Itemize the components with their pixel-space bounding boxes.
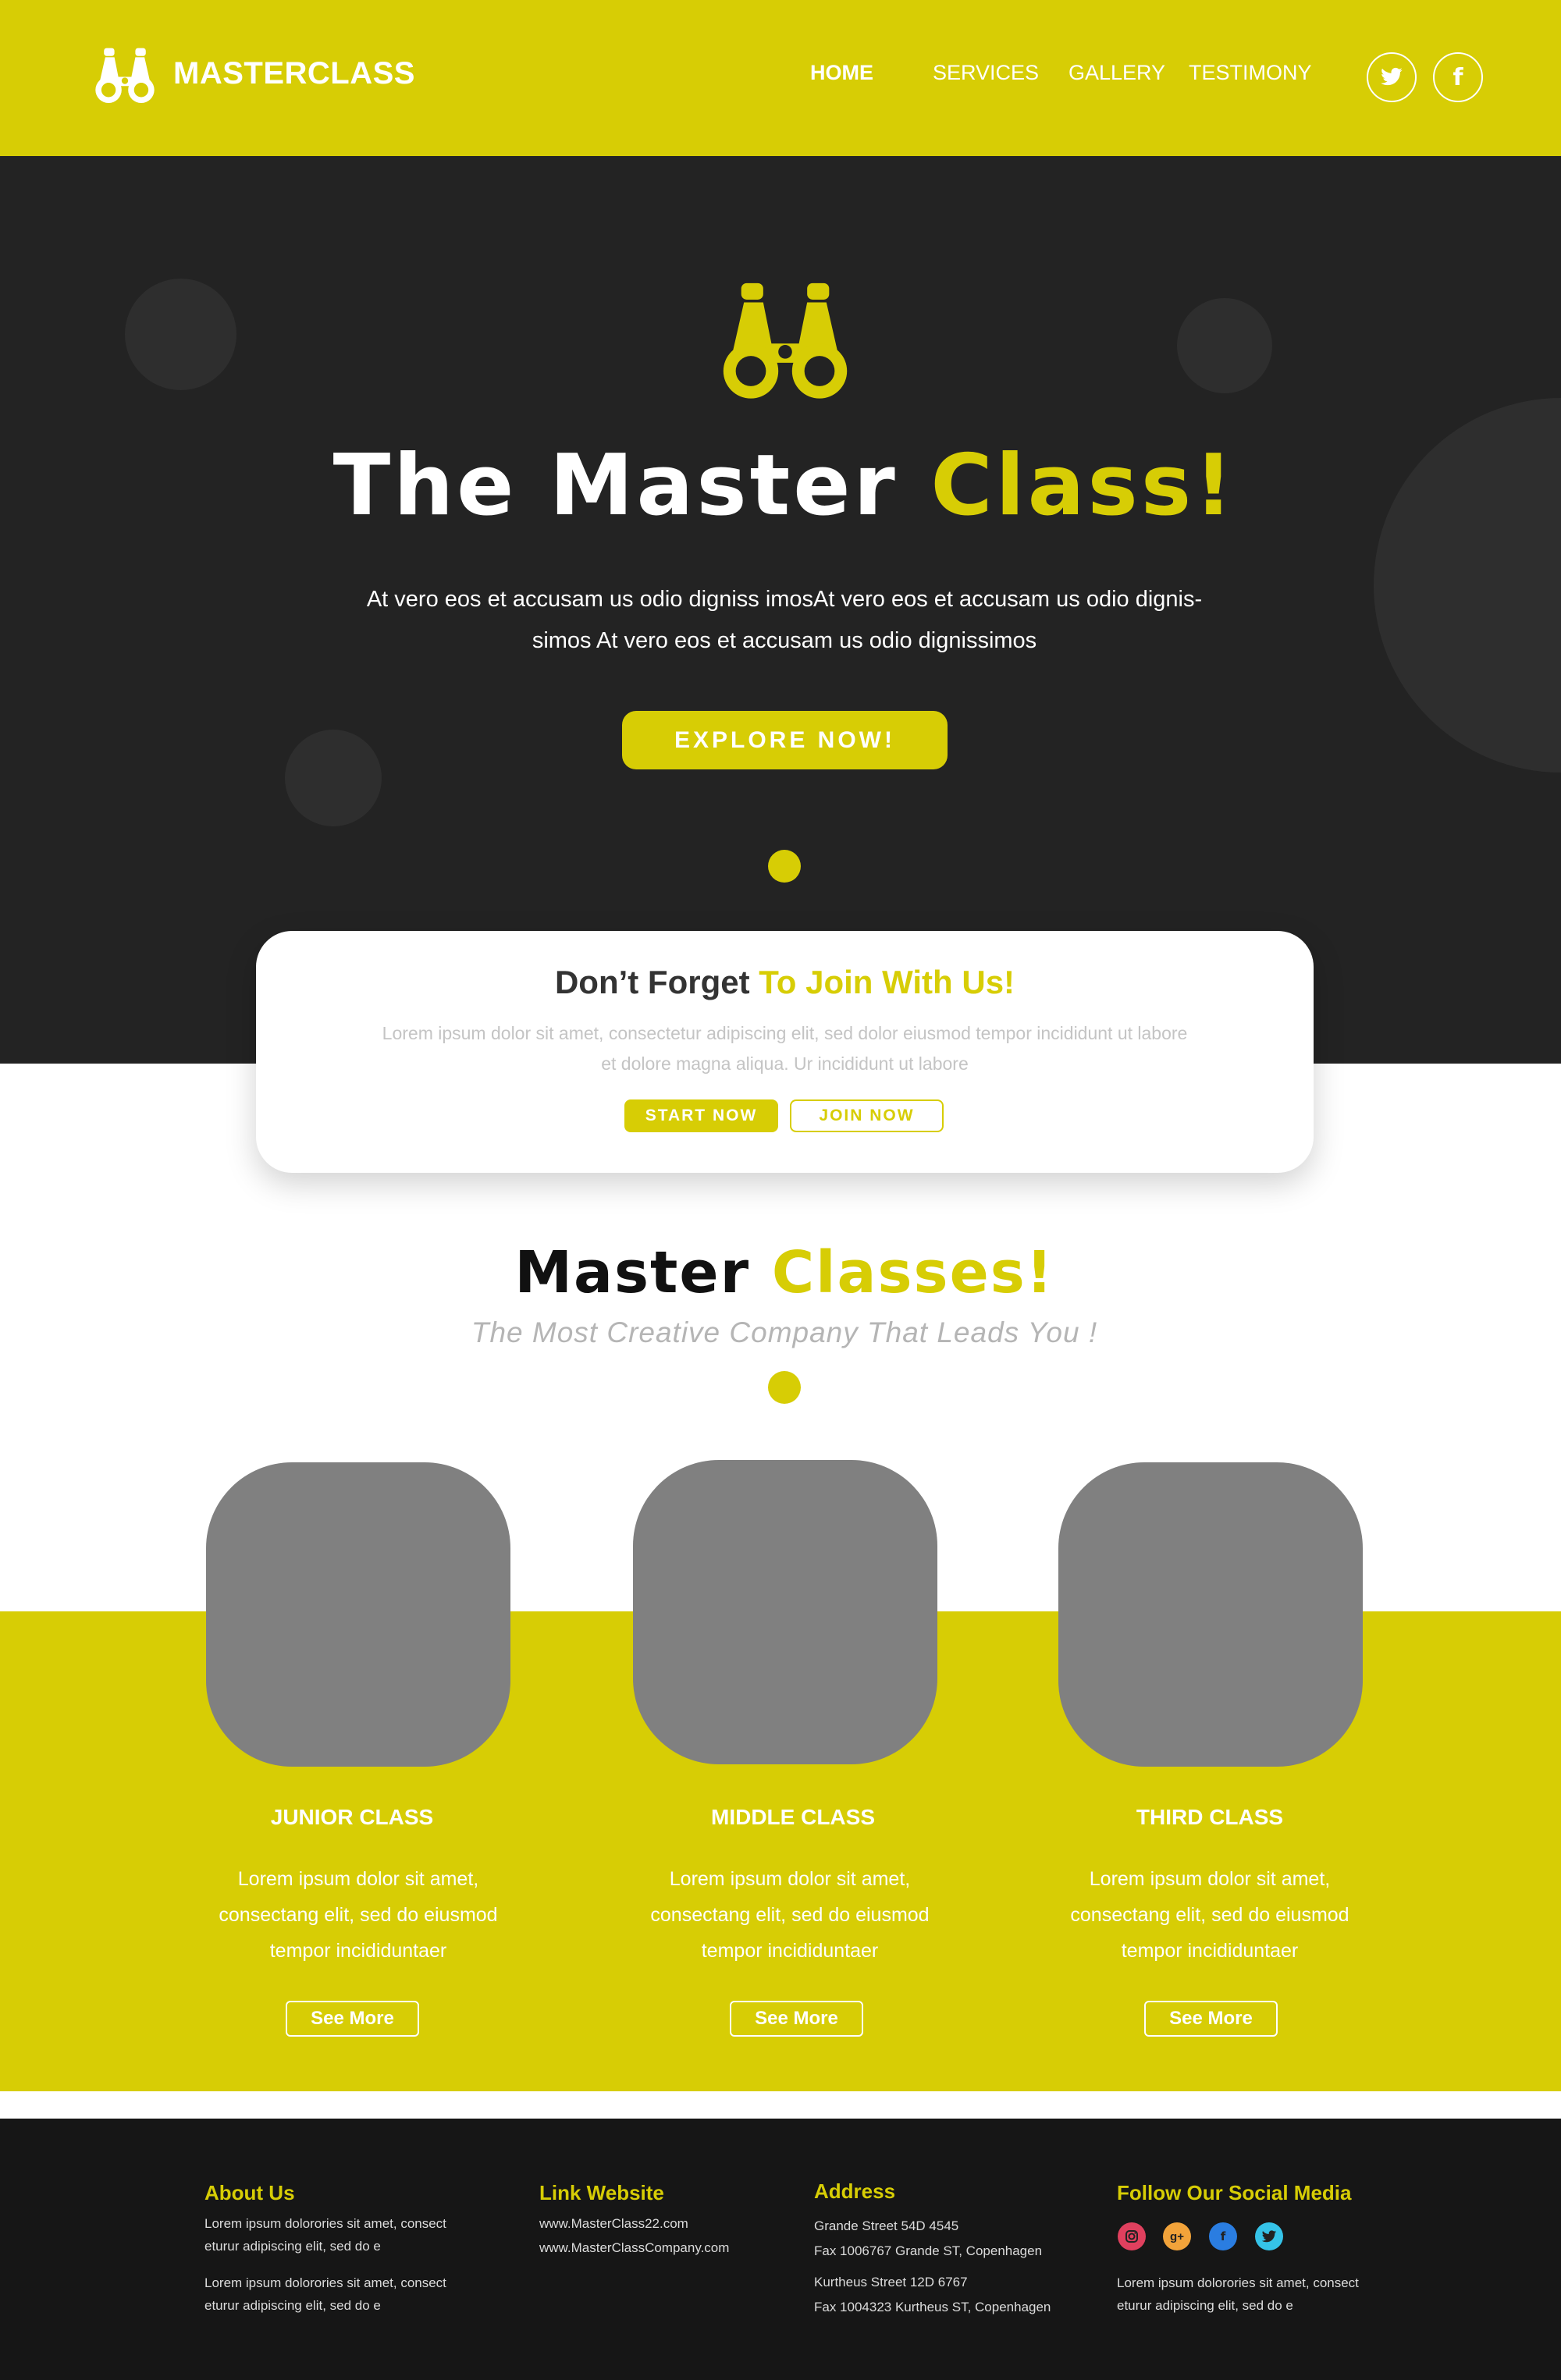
- footer-about-line: eturur adipiscing elit, sed do e: [204, 2239, 381, 2254]
- class-description-line: consectang elit, sed do eiusmod: [650, 1904, 930, 1926]
- class-description-line: tempor incididuntaer: [1121, 1940, 1299, 1962]
- binoculars-logo-icon[interactable]: [92, 47, 158, 103]
- footer-address-text: Grande Street 54D 4545 Fax 1006767 Grand…: [814, 2214, 1042, 2264]
- footer-about-line: eturur adipiscing elit, sed do e: [204, 2298, 381, 2313]
- hero-description-line: simos At vero eos et accusam us odio dig…: [532, 628, 1037, 653]
- join-description: Lorem ipsum dolor sit amet, consectetur …: [350, 1018, 1220, 1079]
- nav-gallery[interactable]: GALLERY: [1069, 61, 1165, 85]
- nav-services[interactable]: SERVICES: [933, 61, 1039, 85]
- join-title-main: Don’t Forget: [554, 964, 759, 1000]
- footer-about-text: Lorem ipsum dolorories sit amet, consect…: [204, 2212, 446, 2257]
- footer-address-text: Kurtheus Street 12D 6767 Fax 1004323 Kur…: [814, 2270, 1051, 2320]
- nav-testimony[interactable]: TESTIMONY: [1189, 61, 1312, 85]
- footer-links-heading: Link Website: [539, 2181, 664, 2204]
- class-description: Lorem ipsum dolor sit amet, consectang e…: [163, 1861, 553, 1969]
- google-plus-icon[interactable]: g+: [1163, 2222, 1191, 2250]
- footer-about-line: Lorem ipsum dolorories sit amet, consect: [204, 2275, 446, 2290]
- join-description-line: Lorem ipsum dolor sit amet, consectetur …: [382, 1023, 1188, 1043]
- facebook-icon[interactable]: f: [1209, 2222, 1237, 2250]
- footer-social-text: Lorem ipsum dolorories sit amet, consect…: [1117, 2272, 1359, 2317]
- twitter-icon: [1381, 67, 1403, 86]
- twitter-button[interactable]: [1367, 52, 1417, 102]
- footer-social-heading: Follow Our Social Media: [1117, 2181, 1352, 2204]
- join-title: Don’t Forget To Join With Us!: [256, 964, 1314, 1001]
- twitter-icon[interactable]: [1255, 2222, 1283, 2250]
- join-now-button[interactable]: JOIN NOW: [790, 1099, 944, 1132]
- classes-title-main: Master: [514, 1239, 772, 1306]
- class-title: MIDDLE CLASS: [711, 1805, 875, 1829]
- join-card: Don’t Forget To Join With Us! Lorem ipsu…: [256, 931, 1314, 1173]
- join-title-highlight: To Join With Us!: [759, 964, 1015, 1000]
- facebook-icon: f: [1453, 63, 1463, 91]
- footer-link[interactable]: www.MasterClass22.com: [539, 2212, 688, 2235]
- class-description-line: consectang elit, sed do eiusmod: [219, 1904, 498, 1926]
- footer-link[interactable]: www.MasterClassCompany.com: [539, 2236, 729, 2259]
- class-title: THIRD CLASS: [1136, 1805, 1284, 1829]
- footer-address-line: Kurtheus Street 12D 6767: [814, 2275, 968, 2289]
- hero-description-line: At vero eos et accusam us odio digniss i…: [366, 587, 1203, 612]
- class-title: JUNIOR CLASS: [270, 1805, 434, 1829]
- footer-address-line: Grande Street 54D 4545: [814, 2218, 959, 2233]
- hero-title-main: The Master: [332, 437, 931, 535]
- classes-title-highlight: Classes!: [771, 1239, 1054, 1306]
- class-description-line: tempor incididuntaer: [701, 1940, 879, 1962]
- footer-social-line: eturur adipiscing elit, sed do e: [1117, 2298, 1293, 2313]
- hero-dot-indicator: [768, 850, 801, 883]
- site-header: MASTERCLASS HOME SERVICES GALLERY TESTIM…: [0, 0, 1561, 156]
- classes-dot-indicator: [768, 1371, 801, 1404]
- join-description-line: et dolore magna aliqua. Ur incididunt ut…: [601, 1053, 969, 1074]
- hero-title-highlight: Class!: [930, 437, 1236, 535]
- decorative-circle: [1177, 298, 1272, 393]
- class-description-line: Lorem ipsum dolor sit amet,: [669, 1868, 911, 1890]
- see-more-button[interactable]: See More: [1144, 2001, 1278, 2037]
- class-description-line: Lorem ipsum dolor sit amet,: [1089, 1868, 1331, 1890]
- class-description: Lorem ipsum dolor sit amet, consectang e…: [595, 1861, 985, 1969]
- third-class-image[interactable]: [1058, 1462, 1363, 1767]
- middle-class-image[interactable]: [633, 1460, 937, 1764]
- footer-social-line: Lorem ipsum dolorories sit amet, consect: [1117, 2275, 1359, 2290]
- footer-address-heading: Address: [814, 2179, 896, 2203]
- hero-description: At vero eos et accusam us odio digniss i…: [304, 579, 1264, 662]
- site-footer: About Us Lorem ipsum dolorories sit amet…: [0, 2119, 1561, 2380]
- start-now-button[interactable]: START NOW: [624, 1099, 778, 1132]
- footer-address-line: Fax 1006767 Grande ST, Copenhagen: [814, 2243, 1043, 2258]
- class-description-line: consectang elit, sed do eiusmod: [1070, 1904, 1349, 1926]
- classes-title: Master Classes!: [0, 1239, 1561, 1306]
- see-more-button[interactable]: See More: [286, 2001, 419, 2037]
- hero-title: The Master Class!: [0, 437, 1561, 535]
- class-description: Lorem ipsum dolor sit amet, consectang e…: [1015, 1861, 1405, 1969]
- nav-home[interactable]: HOME: [810, 61, 873, 85]
- decorative-circle: [125, 279, 236, 390]
- facebook-button[interactable]: f: [1433, 52, 1483, 102]
- decorative-circle: [285, 730, 382, 826]
- classes-subtitle: The Most Creative Company That Leads You…: [471, 1316, 1098, 1348]
- binoculars-icon: [723, 282, 848, 399]
- class-description-line: Lorem ipsum dolor sit amet,: [237, 1868, 479, 1890]
- footer-about-line: Lorem ipsum dolorories sit amet, consect: [204, 2216, 446, 2231]
- footer-about-heading: About Us: [204, 2181, 295, 2204]
- see-more-button[interactable]: See More: [730, 2001, 863, 2037]
- footer-address-line: Fax 1004323 Kurtheus ST, Copenhagen: [814, 2300, 1051, 2314]
- instagram-icon[interactable]: [1118, 2222, 1146, 2250]
- brand-name[interactable]: MASTERCLASS: [173, 56, 415, 91]
- footer-about-text: Lorem ipsum dolorories sit amet, consect…: [204, 2272, 446, 2317]
- explore-now-button[interactable]: EXPLORE NOW!: [622, 711, 948, 769]
- class-description-line: tempor incididuntaer: [269, 1940, 447, 1962]
- junior-class-image[interactable]: [206, 1462, 510, 1767]
